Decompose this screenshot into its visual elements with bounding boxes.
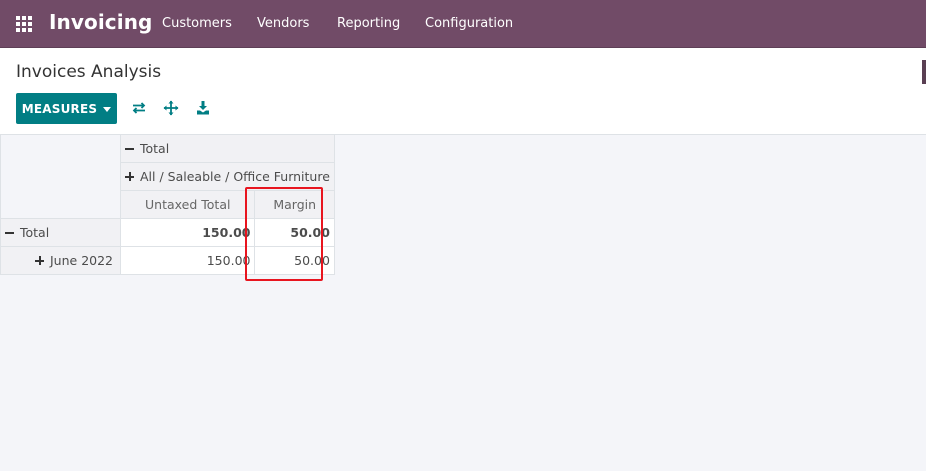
page-title: Invoices Analysis [16,62,162,82]
menu-customers[interactable]: Customers [162,16,232,31]
pivot-col-header-group[interactable]: All / Saleable / Office Furniture [120,162,335,191]
pivot-row-header-june-2022[interactable]: June 2022 [0,246,121,275]
expand-icon [125,172,134,181]
apps-grid-icon[interactable] [16,16,32,32]
cell-margin[interactable]: 50.00 [254,218,335,247]
pivot-table: Total All / Saleable / Office Furniture … [0,134,335,275]
menu-vendors[interactable]: Vendors [257,16,309,31]
expand-all-icon[interactable] [163,100,179,116]
measures-button[interactable]: MEASURES [16,93,117,124]
cell-untaxed-total[interactable]: 150.00 [119,246,256,275]
measures-button-label: MEASURES [21,101,98,116]
pivot-col-header-total[interactable]: Total [120,134,335,163]
menu-reporting[interactable]: Reporting [337,16,400,31]
flip-axis-icon[interactable] [131,100,147,116]
pivot-row-header-total[interactable]: Total [0,218,121,247]
expand-icon [35,256,44,265]
caret-down-icon [103,106,112,112]
pivot-corner [0,134,121,219]
row-label: June 2022 [50,253,114,268]
top-navbar: Invoicing Customers Vendors Reporting Co… [0,0,926,48]
measure-header-untaxed-total[interactable]: Untaxed Total [119,190,256,219]
control-panel: Invoices Analysis MEASURES [0,48,926,135]
col-group-label: All / Saleable / Office Furniture [140,169,330,184]
cell-margin[interactable]: 50.00 [254,246,335,275]
measure-header-margin[interactable]: Margin [254,190,335,219]
col-total-label: Total [140,141,170,156]
row-label: Total [20,225,50,240]
measure-label: Untaxed Total [145,197,231,212]
measure-label: Margin [273,197,317,212]
collapse-icon [5,228,14,237]
menu-configuration[interactable]: Configuration [425,16,513,31]
collapse-icon [125,144,134,153]
cell-untaxed-total[interactable]: 150.00 [119,218,256,247]
app-title[interactable]: Invoicing [49,10,152,34]
download-icon[interactable] [195,100,211,116]
control-panel-edge-marker [922,60,926,84]
